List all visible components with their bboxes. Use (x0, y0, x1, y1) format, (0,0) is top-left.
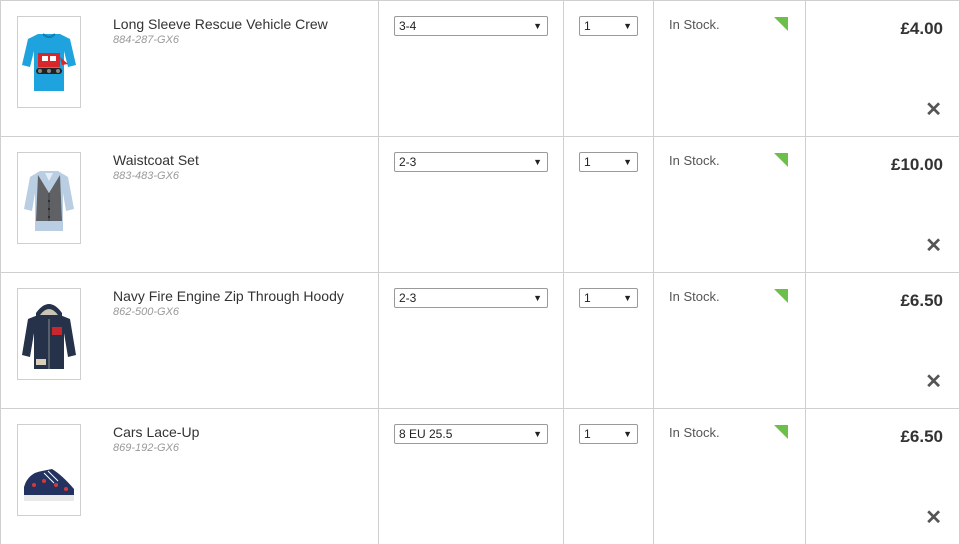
quantity-cell: 1 ▼ (563, 1, 653, 137)
price-cell: £4.00 ✕ (805, 1, 960, 137)
quantity-select[interactable]: 1 ▼ (579, 424, 638, 444)
size-cell: 8 EU 25.5 ▼ (378, 409, 563, 544)
quantity-select[interactable]: 1 ▼ (579, 152, 638, 172)
product-image[interactable] (17, 152, 81, 244)
size-cell: 2-3 ▼ (378, 137, 563, 273)
size-select[interactable]: 2-3 ▼ (394, 152, 548, 172)
quantity-value: 1 (584, 19, 591, 33)
quantity-value: 1 (584, 291, 591, 305)
item-cell: Cars Lace-Up 869-192-GX6 (0, 409, 378, 544)
size-select[interactable]: 2-3 ▼ (394, 288, 548, 308)
product-name[interactable]: Navy Fire Engine Zip Through Hoody (113, 288, 344, 304)
size-value: 8 EU 25.5 (399, 427, 453, 441)
dropdown-arrow-icon: ▼ (533, 21, 542, 31)
stock-cell: In Stock. (653, 409, 805, 544)
basket-row: Waistcoat Set 883-483-GX6 2-3 ▼ 1 ▼ In S… (0, 136, 960, 273)
stock-cell: In Stock. (653, 1, 805, 137)
size-select[interactable]: 3-4 ▼ (394, 16, 548, 36)
size-value: 2-3 (399, 155, 417, 169)
quantity-select[interactable]: 1 ▼ (579, 288, 638, 308)
size-cell: 2-3 ▼ (378, 273, 563, 409)
dropdown-arrow-icon: ▼ (533, 429, 542, 439)
close-icon[interactable]: ✕ (925, 100, 942, 120)
stock-status: In Stock. (669, 153, 720, 168)
stock-indicator-icon (774, 425, 788, 439)
stock-cell: In Stock. (653, 137, 805, 273)
size-value: 2-3 (399, 291, 417, 305)
product-name[interactable]: Waistcoat Set (113, 152, 199, 168)
stock-status: In Stock. (669, 425, 720, 440)
dropdown-arrow-icon: ▼ (533, 157, 542, 167)
product-code: 883-483-GX6 (113, 170, 180, 182)
stock-indicator-icon (774, 153, 788, 167)
stock-status: In Stock. (669, 17, 720, 32)
price-cell: £6.50 ✕ (805, 273, 960, 409)
price-cell: £6.50 ✕ (805, 409, 960, 544)
size-select[interactable]: 8 EU 25.5 ▼ (394, 424, 548, 444)
item-price: £10.00 (891, 155, 943, 174)
dropdown-arrow-icon: ▼ (623, 21, 632, 31)
item-price: £4.00 (900, 19, 943, 38)
size-cell: 3-4 ▼ (378, 1, 563, 137)
close-icon[interactable]: ✕ (925, 236, 942, 256)
quantity-cell: 1 ▼ (563, 137, 653, 273)
basket-row: Cars Lace-Up 869-192-GX6 8 EU 25.5 ▼ 1 ▼… (0, 408, 960, 544)
stock-status: In Stock. (669, 289, 720, 304)
product-image[interactable] (17, 288, 81, 380)
basket-row: Long Sleeve Rescue Vehicle Crew 884-287-… (0, 0, 960, 137)
quantity-cell: 1 ▼ (563, 273, 653, 409)
basket-table: Long Sleeve Rescue Vehicle Crew 884-287-… (0, 0, 960, 544)
product-name[interactable]: Long Sleeve Rescue Vehicle Crew (113, 16, 328, 32)
product-code: 862-500-GX6 (113, 306, 180, 318)
close-icon[interactable]: ✕ (925, 508, 942, 528)
quantity-select[interactable]: 1 ▼ (579, 16, 638, 36)
quantity-cell: 1 ▼ (563, 409, 653, 544)
size-value: 3-4 (399, 19, 417, 33)
dropdown-arrow-icon: ▼ (623, 293, 632, 303)
stock-indicator-icon (774, 17, 788, 31)
price-cell: £10.00 ✕ (805, 137, 960, 273)
dropdown-arrow-icon: ▼ (623, 157, 632, 167)
item-cell: Waistcoat Set 883-483-GX6 (0, 137, 378, 273)
item-price: £6.50 (900, 291, 943, 310)
product-name[interactable]: Cars Lace-Up (113, 424, 199, 440)
dropdown-arrow-icon: ▼ (623, 429, 632, 439)
product-image[interactable] (17, 424, 81, 516)
close-icon[interactable]: ✕ (925, 372, 942, 392)
product-image[interactable] (17, 16, 81, 108)
stock-indicator-icon (774, 289, 788, 303)
quantity-value: 1 (584, 427, 591, 441)
quantity-value: 1 (584, 155, 591, 169)
item-cell: Navy Fire Engine Zip Through Hoody 862-5… (0, 273, 378, 409)
dropdown-arrow-icon: ▼ (533, 293, 542, 303)
stock-cell: In Stock. (653, 273, 805, 409)
product-code: 869-192-GX6 (113, 442, 180, 454)
item-cell: Long Sleeve Rescue Vehicle Crew 884-287-… (0, 1, 378, 137)
basket-row: Navy Fire Engine Zip Through Hoody 862-5… (0, 272, 960, 409)
item-price: £6.50 (900, 427, 943, 446)
product-code: 884-287-GX6 (113, 34, 180, 46)
